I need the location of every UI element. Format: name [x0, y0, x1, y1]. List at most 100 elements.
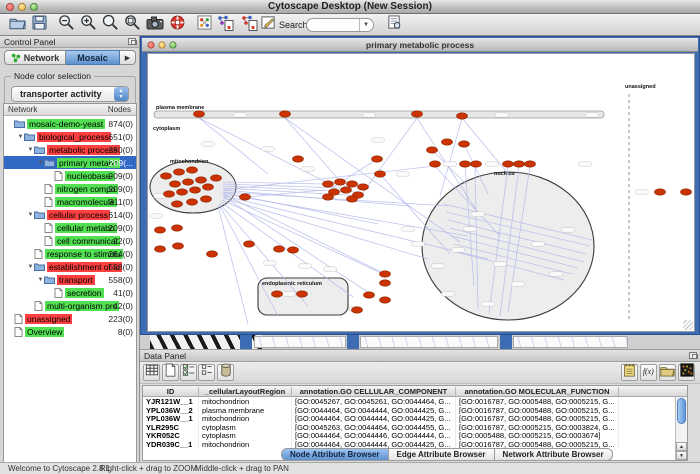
- table-column-header[interactable]: annotation.GO MOLECULAR_FUNCTION: [456, 387, 619, 397]
- attribute-matrix-button[interactable]: [678, 364, 695, 381]
- network-node[interactable]: [457, 113, 468, 119]
- network-node[interactable]: [380, 271, 391, 277]
- network-node[interactable]: [272, 291, 283, 297]
- network-node[interactable]: [161, 173, 172, 179]
- table-column-header[interactable]: _cellularLayoutRegion: [199, 387, 292, 397]
- scroll-up-icon[interactable]: ▲: [676, 442, 687, 451]
- tree-item[interactable]: unassigned223(0): [4, 312, 136, 325]
- tree-item[interactable]: ▼cellular process614(0): [4, 208, 136, 221]
- network-node[interactable]: [288, 247, 299, 253]
- tab-mosaic[interactable]: Mosaic: [66, 50, 120, 65]
- network-node[interactable]: [323, 181, 334, 187]
- advanced-search-button[interactable]: [385, 16, 404, 34]
- open-button[interactable]: [8, 16, 27, 34]
- tree-item[interactable]: nitrogen compo209(0): [4, 182, 136, 195]
- save-button[interactable]: [30, 16, 49, 34]
- network-node[interactable]: [380, 297, 391, 303]
- table-row[interactable]: YPL036W__2plasma membrane[GO:0044464, GO…: [143, 406, 687, 415]
- network-node[interactable]: [187, 199, 198, 205]
- tree-item[interactable]: ▼establishment of lo558(0): [4, 260, 136, 273]
- new-attribute-button[interactable]: [162, 364, 179, 381]
- network-node[interactable]: [194, 111, 205, 117]
- network-node[interactable]: [323, 194, 334, 200]
- search-field[interactable]: ▼: [306, 18, 374, 32]
- tab-node-attribute-browser[interactable]: Node Attribute Browser: [281, 448, 389, 461]
- network-node[interactable]: [293, 156, 304, 162]
- notepad-button[interactable]: [621, 364, 638, 381]
- help-button[interactable]: [168, 16, 187, 34]
- network-node[interactable]: [170, 181, 181, 187]
- tree-item[interactable]: nucleobase-209(0): [4, 169, 136, 182]
- network-node[interactable]: [427, 147, 438, 153]
- network-node[interactable]: [459, 141, 470, 147]
- vizmapper-button[interactable]: [259, 16, 278, 34]
- network-node[interactable]: [514, 161, 525, 167]
- network-node[interactable]: [430, 161, 441, 167]
- scroll-down-icon[interactable]: ▼: [676, 451, 687, 460]
- zoom-in-button[interactable]: [79, 16, 98, 34]
- network-node[interactable]: [655, 189, 666, 195]
- zoom-fit-button[interactable]: [123, 16, 142, 34]
- network-node[interactable]: [187, 167, 198, 173]
- tree-item[interactable]: cellular metabo209(0): [4, 221, 136, 234]
- tab-network-attribute-browser[interactable]: Network Attribute Browser: [495, 448, 613, 461]
- import-annotation-button[interactable]: [239, 16, 258, 34]
- network-node[interactable]: [503, 161, 514, 167]
- tree-item[interactable]: response to stimulu264(0): [4, 247, 136, 260]
- tree-item[interactable]: macromolecule311(0): [4, 195, 136, 208]
- tab-network[interactable]: Network: [4, 50, 66, 65]
- function-builder-button[interactable]: f(x): [640, 364, 657, 381]
- node-color-dropdown[interactable]: transporter activity ▲▼: [11, 86, 129, 102]
- attribute-grid-button[interactable]: [143, 364, 160, 381]
- table-scrollbar[interactable]: ▲ ▼: [675, 397, 687, 460]
- tree-item[interactable]: Overview8(0): [4, 325, 136, 338]
- scrollbar-thumb[interactable]: [677, 398, 686, 424]
- network-node[interactable]: [375, 171, 386, 177]
- network-node[interactable]: [211, 175, 222, 181]
- delete-attribute-button[interactable]: [217, 364, 234, 381]
- network-node[interactable]: [173, 243, 184, 249]
- network-tree-header[interactable]: Network Nodes: [4, 104, 136, 116]
- table-row[interactable]: YDR039C__1mitochondrion[GO:0044464, GO:0…: [143, 440, 687, 449]
- tree-item[interactable]: mosaic-demo-yeast874(0): [4, 117, 136, 130]
- tree-expander-icon[interactable]: ▼: [37, 160, 44, 166]
- attribute-list-button[interactable]: [198, 364, 215, 381]
- search-input[interactable]: [307, 20, 359, 31]
- table-row[interactable]: YKR052Ccytoplasm[GO:0044464, GO:0044446,…: [143, 431, 687, 440]
- tab-edge-attribute-browser[interactable]: Edge Attribute Browser: [389, 448, 495, 461]
- network-node[interactable]: [201, 196, 212, 202]
- network-node[interactable]: [244, 241, 255, 247]
- network-node[interactable]: [681, 189, 692, 195]
- network-node[interactable]: [460, 161, 471, 167]
- tree-expander-icon[interactable]: ▼: [27, 212, 34, 218]
- network-node[interactable]: [177, 189, 188, 195]
- network-canvas[interactable]: plasma membranecytoplasmmitochondrionnuc…: [147, 53, 695, 332]
- tree-item[interactable]: ▼metabolic process280(0): [4, 143, 136, 156]
- network-node[interactable]: [203, 184, 214, 190]
- more-tabs-button[interactable]: ▶: [120, 50, 136, 65]
- network-node[interactable]: [358, 184, 369, 190]
- tree-item[interactable]: ▼primary metabo209(...: [4, 156, 136, 169]
- tree-expander-icon[interactable]: ▼: [17, 134, 24, 140]
- network-node[interactable]: [525, 161, 536, 167]
- network-node[interactable]: [172, 201, 183, 207]
- tree-item[interactable]: ▼transport558(0): [4, 273, 136, 286]
- tree-item[interactable]: ▼biological_process651(0): [4, 130, 136, 143]
- float-panel-icon[interactable]: [128, 38, 136, 45]
- network-node[interactable]: [174, 169, 185, 175]
- attribute-table-header[interactable]: ID_cellularLayoutRegionannotation.GO CEL…: [143, 386, 687, 397]
- table-column-header[interactable]: ID: [143, 387, 199, 397]
- network-node[interactable]: [380, 280, 391, 286]
- tree-item[interactable]: multi-organism pro42(0): [4, 299, 136, 312]
- network-node[interactable]: [280, 111, 291, 117]
- import-ontology-button[interactable]: [215, 16, 234, 34]
- snapshot-button[interactable]: [145, 16, 164, 34]
- network-node[interactable]: [172, 225, 183, 231]
- network-node[interactable]: [372, 156, 383, 162]
- tree-expander-icon[interactable]: ▼: [27, 264, 34, 270]
- tree-item[interactable]: secretion41(0): [4, 286, 136, 299]
- network-node[interactable]: [471, 161, 482, 167]
- network-node[interactable]: [335, 179, 346, 185]
- network-node[interactable]: [347, 181, 358, 187]
- resize-grip-icon[interactable]: [683, 320, 693, 330]
